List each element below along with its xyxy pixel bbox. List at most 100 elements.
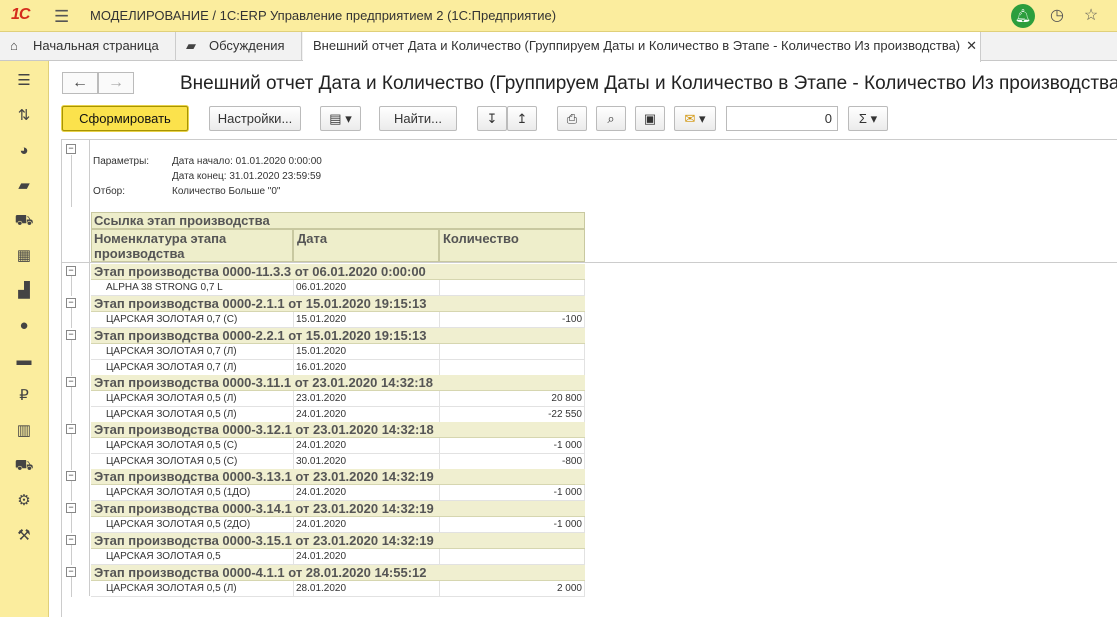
cell-divider <box>293 391 294 407</box>
collapse-group-icon[interactable]: − <box>66 424 76 434</box>
user-icon[interactable]: ● <box>13 315 35 337</box>
group-row[interactable]: Этап производства 0000-2.1.1 от 15.01.20… <box>91 296 585 312</box>
ruble-icon[interactable]: ₽ <box>13 385 35 407</box>
find-button[interactable]: Найти... <box>379 106 457 131</box>
email-icon: ✉ <box>684 111 696 126</box>
cell-item: ЦАРСКАЯ ЗОЛОТАЯ 0,5 (Л) <box>106 409 237 420</box>
collapse-params-icon[interactable]: − <box>66 144 76 154</box>
cell-divider <box>439 344 440 360</box>
generate-button[interactable]: Сформировать <box>62 106 188 131</box>
table-row[interactable]: ЦАРСКАЯ ЗОЛОТАЯ 0,5 (2ДО) 24.01.2020 -1 00… <box>91 517 585 533</box>
send-email-button[interactable]: ✉ ▾ <box>674 106 716 131</box>
cell-date: 23.01.2020 <box>296 393 347 404</box>
header-group-label: Ссылка этап производства <box>94 213 270 228</box>
cell-divider <box>584 391 585 407</box>
settings-button[interactable]: Настройки... <box>209 106 301 131</box>
forward-button[interactable]: → <box>98 72 134 94</box>
cell-item: ЦАРСКАЯ ЗОЛОТАЯ 0,5 (С) <box>106 440 238 451</box>
group-bracket <box>71 308 72 328</box>
table-row[interactable]: ЦАРСКАЯ ЗОЛОТАЯ 0,7 (С) 15.01.2020 -100 <box>91 312 585 328</box>
cell-date: 15.01.2020 <box>296 314 347 325</box>
cell-divider <box>293 438 294 454</box>
page-title: Внешний отчет Дата и Количество (Группир… <box>180 73 1117 94</box>
collapse-group-icon[interactable]: − <box>66 330 76 340</box>
factory-icon[interactable]: ▟ <box>13 280 35 302</box>
card-icon[interactable]: ▬ <box>13 350 35 372</box>
gear-icon[interactable]: ⚙ <box>13 490 35 512</box>
history-icon[interactable]: ◷ <box>1046 5 1068 27</box>
close-icon[interactable]: ✕ <box>966 38 977 53</box>
print-button[interactable]: ⎙ <box>557 106 587 131</box>
table-row[interactable]: ЦАРСКАЯ ЗОЛОТАЯ 0,5 (С) 30.01.2020 -800 <box>91 454 585 470</box>
table-row[interactable]: ЦАРСКАЯ ЗОЛОТАЯ 0,7 (Л) 16.01.2020 <box>91 360 585 376</box>
group-row[interactable]: Этап производства 0000-3.13.1 от 23.01.2… <box>91 469 585 485</box>
truck-icon[interactable]: ⛟ <box>13 455 35 477</box>
collapse-group-icon[interactable]: − <box>66 503 76 513</box>
group-row[interactable]: Этап производства 0000-3.12.1 от 23.01.2… <box>91 422 585 438</box>
cell-divider <box>584 517 585 533</box>
collapse-group-icon[interactable]: − <box>66 298 76 308</box>
cell-divider <box>439 454 440 470</box>
menu-icon[interactable]: ☰ <box>54 7 69 27</box>
cell-divider <box>439 312 440 328</box>
tab-discussions[interactable]: ▰ Обсуждения <box>176 32 302 61</box>
sort-asc-button[interactable]: ↥ <box>507 106 537 131</box>
cell-divider <box>439 407 440 423</box>
collapse-group-icon[interactable]: − <box>66 567 76 577</box>
group-row[interactable]: Этап производства 0000-2.2.1 от 15.01.20… <box>91 328 585 344</box>
group-row[interactable]: Этап производства 0000-3.11.1 от 23.01.2… <box>91 375 585 391</box>
table-row[interactable]: ЦАРСКАЯ ЗОЛОТАЯ 0,5 (С) 24.01.2020 -1 000 <box>91 438 585 454</box>
favorites-star-icon[interactable]: ☆ <box>1080 5 1102 27</box>
collapse-group-icon[interactable]: − <box>66 535 76 545</box>
collapse-group-icon[interactable]: − <box>66 266 76 276</box>
group-bracket <box>71 545 72 565</box>
group-row[interactable]: Этап производства 0000-3.14.1 от 23.01.2… <box>91 501 585 517</box>
table-row[interactable]: ЦАРСКАЯ ЗОЛОТАЯ 0,7 (Л) 15.01.2020 <box>91 344 585 360</box>
table-row[interactable]: ЦАРСКАЯ ЗОЛОТАЯ 0,5 24.01.2020 <box>91 549 585 565</box>
main-menu-icon[interactable]: ☰ <box>13 70 35 92</box>
collapse-group-icon[interactable]: − <box>66 471 76 481</box>
sum-button[interactable]: Σ ▾ <box>848 106 888 131</box>
shopping-bag-icon[interactable]: ▰ <box>13 175 35 197</box>
table-row[interactable]: ALPHA 38 STRONG 0,7 L 06.01.2020 <box>91 280 585 296</box>
preview-button[interactable]: ⌕ <box>596 106 626 131</box>
cell-item: ЦАРСКАЯ ЗОЛОТАЯ 0,5 (Л) <box>106 393 237 404</box>
cell-item: ЦАРСКАЯ ЗОЛОТАЯ 0,7 (Л) <box>106 346 237 357</box>
bar-chart-icon[interactable]: ▥ <box>13 420 35 442</box>
tab-home[interactable]: ⌂ Начальная страница <box>0 32 176 61</box>
cell-divider <box>439 280 440 296</box>
filter-value: Количество Больше "0" <box>172 186 281 197</box>
back-button[interactable]: ← <box>62 72 98 94</box>
group-row[interactable]: Этап производства 0000-4.1.1 от 28.01.20… <box>91 565 585 581</box>
table-row[interactable]: ЦАРСКАЯ ЗОЛОТАЯ 0,5 (Л) 24.01.2020 -22 550 <box>91 407 585 423</box>
notifications-icon[interactable]: 🔔︎ <box>1011 4 1035 28</box>
table-row[interactable]: ЦАРСКАЯ ЗОЛОТАЯ 0,5 (Л) 23.01.2020 20 800 <box>91 391 585 407</box>
tab-report[interactable]: Внешний отчет Дата и Количество (Группир… <box>303 32 981 62</box>
variants-button[interactable]: ▤ ▾ <box>320 106 361 131</box>
home-icon: ⌂ <box>10 38 18 53</box>
collapse-group-icon[interactable]: − <box>66 377 76 387</box>
tab-bar: ⌂ Начальная страница ▰ Обсуждения Внешний … <box>0 32 1117 62</box>
group-bracket <box>71 387 72 423</box>
cell-divider <box>584 485 585 501</box>
pie-chart-icon[interactable]: ◕ <box>13 140 35 162</box>
save-button[interactable]: ▣ <box>635 106 665 131</box>
cell-divider <box>584 407 585 423</box>
cell-date: 24.01.2020 <box>296 519 347 530</box>
warehouse-icon[interactable]: ▦ <box>13 245 35 267</box>
cell-divider <box>439 485 440 501</box>
table-row[interactable]: ЦАРСКАЯ ЗОЛОТАЯ 0,5 (1ДО) 24.01.2020 -1 00… <box>91 485 585 501</box>
cell-qty: -1 000 <box>553 440 582 451</box>
cell-divider <box>293 581 294 597</box>
table-row[interactable]: ЦАРСКАЯ ЗОЛОТАЯ 0,5 (Л) 28.01.2020 2 000 <box>91 581 585 597</box>
sum-field[interactable]: 0 <box>726 106 838 131</box>
settings-tools-icon[interactable]: ⚒ <box>13 525 35 547</box>
cell-divider <box>293 485 294 501</box>
sort-desc-button[interactable]: ↧ <box>477 106 507 131</box>
cart-icon[interactable]: ⛟ <box>13 210 35 232</box>
cell-item: ЦАРСКАЯ ЗОЛОТАЯ 0,5 (Л) <box>106 583 237 594</box>
cell-date: 28.01.2020 <box>296 583 347 594</box>
group-row[interactable]: Этап производства 0000-11.3.3 от 06.01.2… <box>91 264 585 280</box>
group-row[interactable]: Этап производства 0000-3.15.1 от 23.01.2… <box>91 533 585 549</box>
sort-numbers-icon[interactable]: ⇅ <box>13 105 35 127</box>
